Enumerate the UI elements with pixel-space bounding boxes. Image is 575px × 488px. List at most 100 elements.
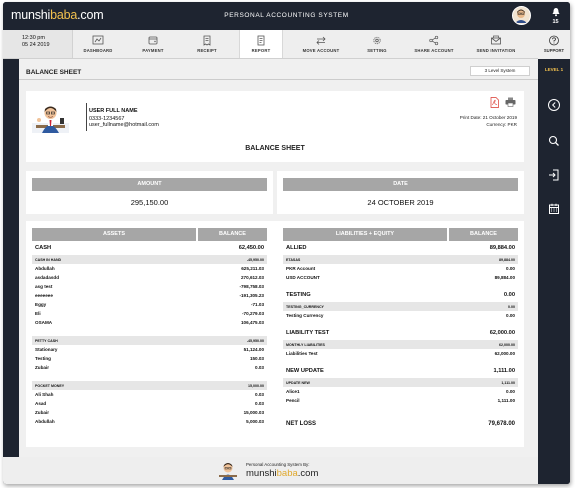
assets-row-item: Zubair 15,000.03 bbox=[32, 408, 267, 417]
amount-value: 295,150.00 bbox=[130, 198, 169, 207]
liabilities-row-sub: ETASAS 89,884.00 bbox=[283, 255, 518, 264]
user-avatar bbox=[32, 106, 69, 133]
system-title: PERSONAL ACCOUNTING SYSTEM bbox=[224, 12, 349, 19]
row-label: Pencil bbox=[286, 398, 300, 403]
nav-share-account[interactable]: SHARE ACCOUNT bbox=[407, 30, 461, 58]
profile-card: USER FULL NAME 0333-1234567 user_fullnam… bbox=[26, 91, 524, 162]
row-value: -798,758.03 bbox=[239, 284, 264, 289]
liabilities-row-item: PKR Account 0.00 bbox=[283, 264, 518, 273]
row-label: TESTING_CURRENCY bbox=[286, 304, 324, 309]
row-value: 0.03 bbox=[255, 401, 264, 406]
assets-row-item: Zubair 0.03 bbox=[32, 363, 267, 372]
report-title: BALANCE SHEET bbox=[245, 145, 305, 152]
row-value: 0.00 bbox=[506, 313, 515, 318]
row-label: Ali Shah bbox=[35, 392, 54, 397]
nav-support[interactable]: SUPPORT bbox=[538, 30, 570, 59]
login-icon[interactable] bbox=[547, 168, 561, 182]
arrow-left-circle-icon[interactable] bbox=[547, 98, 561, 112]
row-value: -191,305.23 bbox=[239, 293, 264, 298]
report-icon bbox=[257, 35, 265, 46]
row-value: 89,884.00 bbox=[494, 275, 515, 280]
liabilities-row-cat: NEW UPDATE 1,111.00 bbox=[283, 367, 518, 378]
mail-icon bbox=[491, 35, 501, 45]
row-label: MONTHLY LIABILITIES bbox=[286, 342, 325, 347]
assets-row-item: eeeeeee -191,305.23 bbox=[32, 291, 267, 300]
liabilities-row-item: Testing Currency 0.00 bbox=[283, 311, 518, 320]
row-label: asdadasdd bbox=[35, 275, 59, 280]
balance-table-card: ASSETS BALANCE LIABILITIES + EQUITY BALA… bbox=[26, 221, 524, 447]
row-label: Alice1 bbox=[286, 389, 300, 394]
assets-row-item: Ali Shah 0.03 bbox=[32, 390, 267, 399]
net-loss-label: NET LOSS bbox=[286, 421, 317, 427]
nav-move-account[interactable]: MOVE ACCOUNT bbox=[295, 30, 347, 58]
row-value: 89,884.00 bbox=[489, 245, 515, 251]
row-label: Stationary bbox=[35, 347, 58, 352]
row-value: -71.03 bbox=[250, 302, 264, 307]
avatar-face-icon bbox=[513, 7, 529, 23]
liabilities-header: LIABILITIES + EQUITY bbox=[283, 228, 447, 241]
row-label: Eggy bbox=[35, 302, 47, 307]
amount-header: AMOUNT bbox=[32, 178, 267, 191]
calendar-icon[interactable] bbox=[547, 202, 561, 216]
row-label: CASH bbox=[35, 245, 52, 251]
app-window: munshibaba.com PERSONAL ACCOUNTING SYSTE… bbox=[3, 2, 570, 484]
datetime-box: 12:30 pm 05 24 2019 bbox=[3, 30, 73, 58]
level-indicator: LEVEL 1 bbox=[544, 67, 564, 72]
top-bar: munshibaba.com PERSONAL ACCOUNTING SYSTE… bbox=[3, 2, 570, 30]
nav-receipt-label: RECEIPT bbox=[197, 48, 217, 53]
row-label: Asad bbox=[35, 401, 47, 406]
row-label: Abdullah bbox=[35, 266, 55, 271]
footer-logo-suffix: .com bbox=[297, 468, 319, 479]
search-icon[interactable] bbox=[547, 134, 561, 148]
row-value: 106,475.03 bbox=[241, 320, 264, 325]
liabilities-balance-header: BALANCE bbox=[449, 228, 518, 241]
liabilities-row-sub: TESTING_CURRENCY 0.00 bbox=[283, 302, 518, 311]
level-system-selector[interactable]: 3 Level System bbox=[470, 66, 530, 76]
row-label: OSAMA bbox=[35, 320, 53, 325]
nav-payment[interactable]: PAYMENT bbox=[131, 30, 175, 58]
footer-by-text: Personal Accounting System By: bbox=[246, 462, 310, 467]
row-value: 62,000.00 bbox=[499, 342, 515, 347]
nav-send-invitation-label: SEND INVITATION bbox=[476, 48, 516, 53]
assets-row-cat: CASH 62,450.00 bbox=[32, 244, 267, 255]
date-value: 24 OCTOBER 2019 bbox=[367, 198, 434, 207]
row-label: Testing bbox=[35, 356, 51, 361]
pdf-icon[interactable] bbox=[490, 97, 499, 108]
liabilities-row-cat: ALLIED 89,884.00 bbox=[283, 244, 518, 255]
bell-icon bbox=[552, 8, 560, 17]
nav-payment-label: PAYMENT bbox=[142, 48, 164, 53]
nav-send-invitation[interactable]: SEND INVITATION bbox=[467, 30, 525, 58]
row-label: Testing Currency bbox=[286, 313, 324, 318]
row-value: 5,000.03 bbox=[246, 419, 264, 424]
liabilities-row-sub: MONTHLY LIABILITIES 62,000.00 bbox=[283, 340, 518, 349]
row-value: -45,950.00 bbox=[246, 257, 264, 262]
row-label: Eli bbox=[35, 311, 41, 316]
nav-move-account-label: MOVE ACCOUNT bbox=[302, 48, 340, 53]
row-label: PETTY CASH bbox=[35, 338, 58, 343]
main-nav: 12:30 pm 05 24 2019 DASHBOARD PAYMENT RE… bbox=[3, 30, 538, 59]
footer: Personal Accounting System By: munshibab… bbox=[3, 457, 538, 484]
nav-receipt[interactable]: RECEIPT bbox=[185, 30, 229, 58]
assets-row-sub: CASH IN HAND -45,950.00 bbox=[32, 255, 267, 264]
nav-report[interactable]: REPORT bbox=[239, 30, 283, 58]
row-label: Zubair bbox=[35, 365, 50, 370]
assets-row-item: OSAMA 106,475.03 bbox=[32, 318, 267, 327]
mascot-logo bbox=[219, 463, 237, 480]
user-avatar-top[interactable] bbox=[512, 6, 531, 25]
nav-dashboard[interactable]: DASHBOARD bbox=[75, 30, 121, 58]
row-value: 625,211.03 bbox=[241, 266, 264, 271]
row-label: PKR Account bbox=[286, 266, 316, 271]
row-label: LIABILITY TEST bbox=[286, 330, 330, 336]
nav-setting[interactable]: SETTING bbox=[355, 30, 399, 58]
row-value: 1,111.00 bbox=[497, 398, 515, 403]
nav-share-account-label: SHARE ACCOUNT bbox=[414, 48, 454, 53]
footer-logo[interactable]: munshibaba.com bbox=[246, 468, 318, 479]
print-icon[interactable] bbox=[505, 97, 516, 107]
help-circle-icon bbox=[549, 35, 559, 46]
row-label: TESTING bbox=[286, 292, 311, 298]
liabilities-row-item: Liabilities Test 62,000.00 bbox=[283, 349, 518, 358]
row-label: asg test bbox=[35, 284, 53, 289]
amount-card: AMOUNT 295,150.00 bbox=[26, 171, 273, 214]
currency: Currency: PKR bbox=[486, 122, 517, 127]
notifications[interactable]: 15 bbox=[541, 2, 570, 30]
